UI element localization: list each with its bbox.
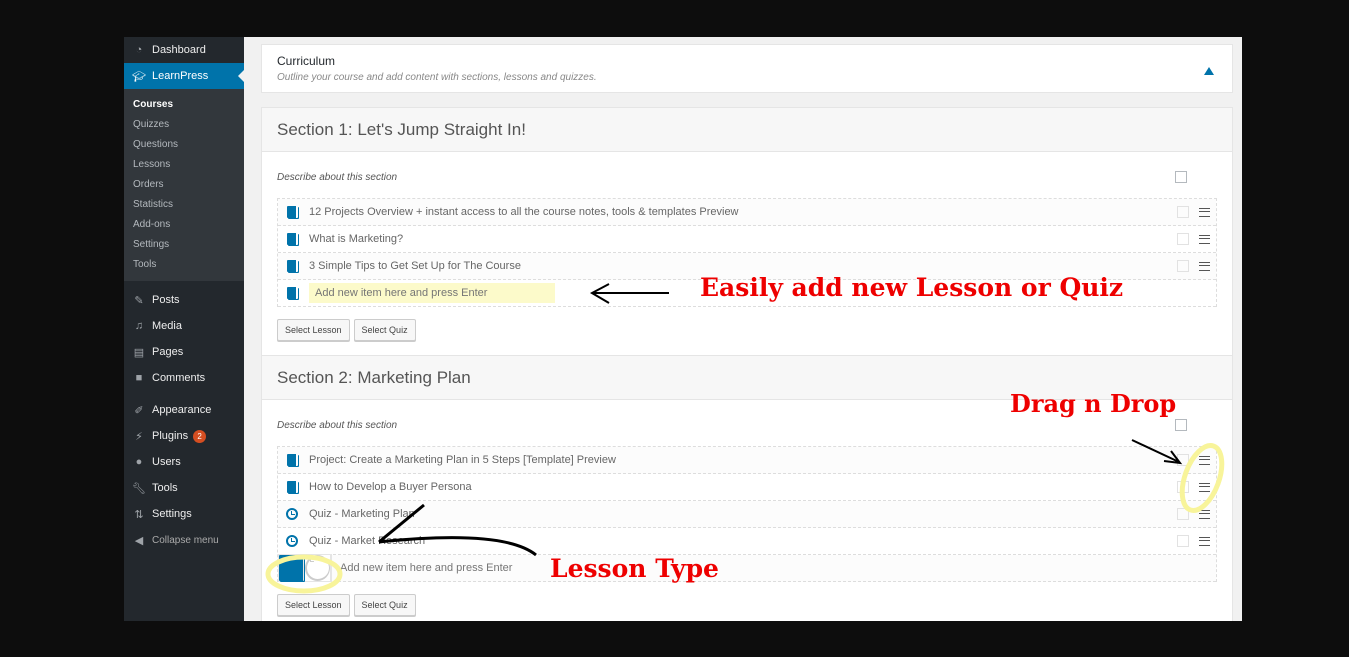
highlight-drag-handles: [1179, 443, 1225, 513]
app-window: ◔ Dashboard 🎓︎ LearnPress Courses Quizzes …: [124, 37, 1242, 621]
annotation-drag: Drag n Drop: [1010, 389, 1177, 418]
arrow-lesson-type: [378, 503, 537, 557]
annotation-add: Easily add new Lesson or Quiz: [700, 273, 1124, 302]
highlight-type-selector: [265, 554, 343, 594]
annotation-type: Lesson Type: [550, 554, 719, 583]
annotation-arrows: [265, 283, 1225, 594]
arrow-add-item: [589, 283, 669, 304]
arrow-drag: [1131, 439, 1183, 465]
